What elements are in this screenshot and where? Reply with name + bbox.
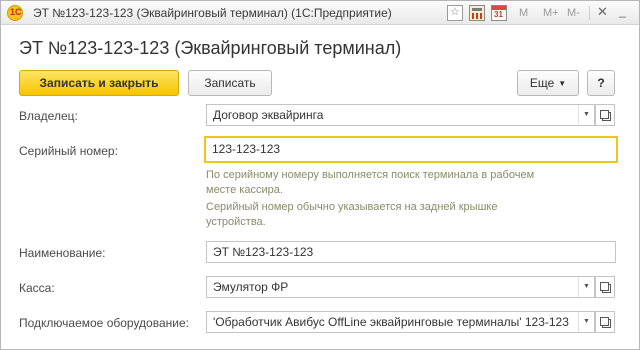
memory-minus-button[interactable]: M- bbox=[567, 7, 580, 19]
serial-hint-line: месте кассира. bbox=[206, 184, 283, 196]
serial-number-input[interactable]: 123-123-123 bbox=[204, 136, 618, 163]
memory-button[interactable]: M bbox=[519, 7, 528, 19]
page-title: ЭТ №123-123-123 (Эквайринговый терминал) bbox=[19, 38, 402, 58]
form-window: 1С ЭТ №123-123-123 (Эквайринговый термин… bbox=[0, 0, 640, 350]
kassa-dropdown-icon[interactable]: ▼ bbox=[578, 277, 594, 297]
equipment-label: Подключаемое оборудование: bbox=[19, 316, 189, 330]
serial-hint-line: По серийному номеру выполняется поиск те… bbox=[206, 169, 535, 181]
title-bar: 1С ЭТ №123-123-123 (Эквайринговый термин… bbox=[1, 1, 639, 25]
name-label: Наименование: bbox=[19, 246, 106, 260]
kassa-label: Касса: bbox=[19, 281, 55, 295]
owner-label: Владелец: bbox=[19, 109, 78, 123]
owner-open-icon[interactable] bbox=[595, 104, 615, 126]
app-logo-icon: 1С bbox=[7, 5, 23, 21]
calculator-icon[interactable] bbox=[469, 5, 485, 21]
more-menu-label: Еще bbox=[529, 76, 555, 90]
serial-hint-line: устройства. bbox=[206, 216, 266, 228]
kassa-open-icon[interactable] bbox=[595, 276, 615, 298]
save-and-close-button[interactable]: Записать и закрыть bbox=[19, 70, 179, 96]
serial-hint-line: Серийный номер обычно указывается на зад… bbox=[206, 201, 498, 213]
favorite-icon[interactable] bbox=[447, 5, 463, 21]
memory-plus-button[interactable]: M+ bbox=[543, 7, 559, 19]
calendar-day: 31 bbox=[494, 10, 503, 19]
serial-label: Серийный номер: bbox=[19, 144, 118, 158]
window-title: ЭТ №123-123-123 (Эквайринговый терминал)… bbox=[33, 6, 392, 20]
equipment-dropdown-icon[interactable]: ▼ bbox=[578, 312, 594, 332]
more-menu-button[interactable]: Еще ▼ bbox=[517, 70, 579, 96]
titlebar-divider bbox=[589, 6, 590, 20]
name-input[interactable]: ЭТ №123-123-123 bbox=[206, 241, 616, 263]
app-logo-text: 1С bbox=[10, 7, 22, 17]
save-button[interactable]: Записать bbox=[188, 70, 272, 96]
minimize-icon[interactable]: _ bbox=[619, 4, 626, 18]
owner-field[interactable]: Договор эквайринга bbox=[206, 104, 595, 126]
close-icon[interactable]: ✕ bbox=[597, 4, 608, 20]
chevron-down-icon: ▼ bbox=[558, 78, 567, 88]
owner-dropdown-icon[interactable]: ▼ bbox=[578, 105, 594, 125]
equipment-open-icon[interactable] bbox=[595, 311, 615, 333]
equipment-field[interactable]: 'Обработчик Авибус OffLine эквайринговые… bbox=[206, 311, 595, 333]
help-button[interactable]: ? bbox=[587, 70, 615, 96]
calendar-icon[interactable]: 31 bbox=[491, 5, 507, 21]
kassa-field[interactable]: Эмулятор ФР bbox=[206, 276, 595, 298]
